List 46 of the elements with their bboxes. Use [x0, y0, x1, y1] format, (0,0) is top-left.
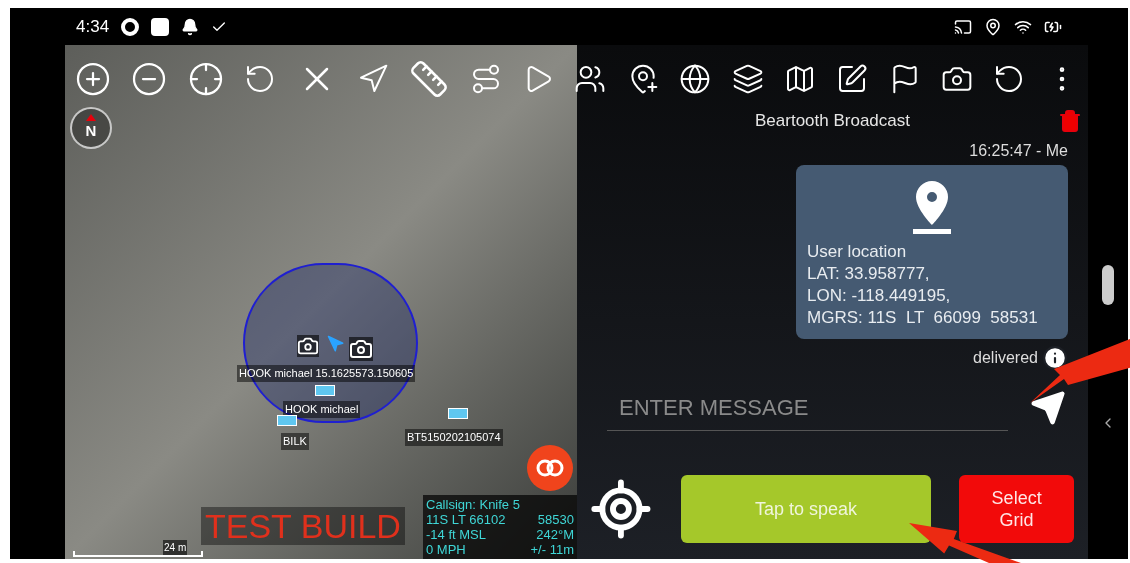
layers-icon[interactable]	[731, 63, 764, 95]
link-button[interactable]	[527, 445, 573, 491]
compass-button[interactable]: N	[70, 107, 112, 149]
map-marker-label: BT5150202105074	[405, 429, 503, 446]
camera-marker-icon	[349, 337, 373, 361]
location-icon	[984, 17, 1002, 36]
info-value: 0 MPH	[426, 542, 466, 557]
scroll-handle[interactable]	[1102, 265, 1114, 305]
callsign-text: Callsign: Knife 5	[426, 497, 521, 512]
sensor-marker	[448, 408, 468, 419]
ruler-icon[interactable]	[409, 59, 450, 99]
globe-icon[interactable]	[679, 63, 712, 95]
info-value: 58530	[537, 512, 574, 527]
square-icon	[151, 17, 170, 36]
chat-title: Beartooth Broadcast	[755, 110, 910, 133]
delivery-status: delivered	[973, 348, 1038, 368]
sensor-marker	[277, 415, 297, 426]
camera-marker-icon	[297, 335, 319, 357]
cast-icon	[954, 17, 972, 36]
message-timestamp: 16:25:47 - Me	[969, 141, 1068, 161]
users-icon[interactable]	[574, 63, 607, 95]
status-time: 4:34	[76, 15, 110, 38]
scale-label: 24 m	[163, 540, 188, 555]
sensor-marker	[315, 385, 335, 396]
delete-icon[interactable]	[1058, 109, 1082, 133]
map-marker-label: HOOK michael 15.1625573.150605	[237, 365, 416, 382]
info-icon[interactable]	[1042, 345, 1068, 371]
test-build-text: TEST BUILD	[201, 507, 405, 545]
notification-icon	[181, 17, 200, 36]
info-value: +/- 11m	[530, 542, 574, 557]
message-input[interactable]: ENTER MESSAGE	[607, 385, 1008, 431]
info-value: 11S LT 66102	[426, 512, 506, 527]
message-text: User location LAT: 33.958777, LON: -118.449195, MGRS: 11S LT 66099 58531	[807, 241, 1039, 329]
send-icon[interactable]	[1030, 390, 1066, 426]
zoom-in-icon[interactable]	[75, 61, 111, 97]
location-pin-icon	[912, 179, 952, 235]
locate-icon[interactable]	[589, 477, 653, 541]
linked-rings-icon	[535, 458, 565, 478]
edit-icon[interactable]	[836, 63, 869, 95]
map-marker-label: BILK	[281, 433, 309, 450]
select-grid-button[interactable]: Select Grid	[959, 475, 1074, 543]
info-value: 242°M	[536, 527, 574, 542]
map-marker-label: HOOK michael	[283, 401, 361, 418]
info-value: -14 ft MSL	[426, 527, 486, 542]
zoom-out-icon[interactable]	[131, 61, 168, 97]
self-marker-icon	[327, 335, 345, 353]
